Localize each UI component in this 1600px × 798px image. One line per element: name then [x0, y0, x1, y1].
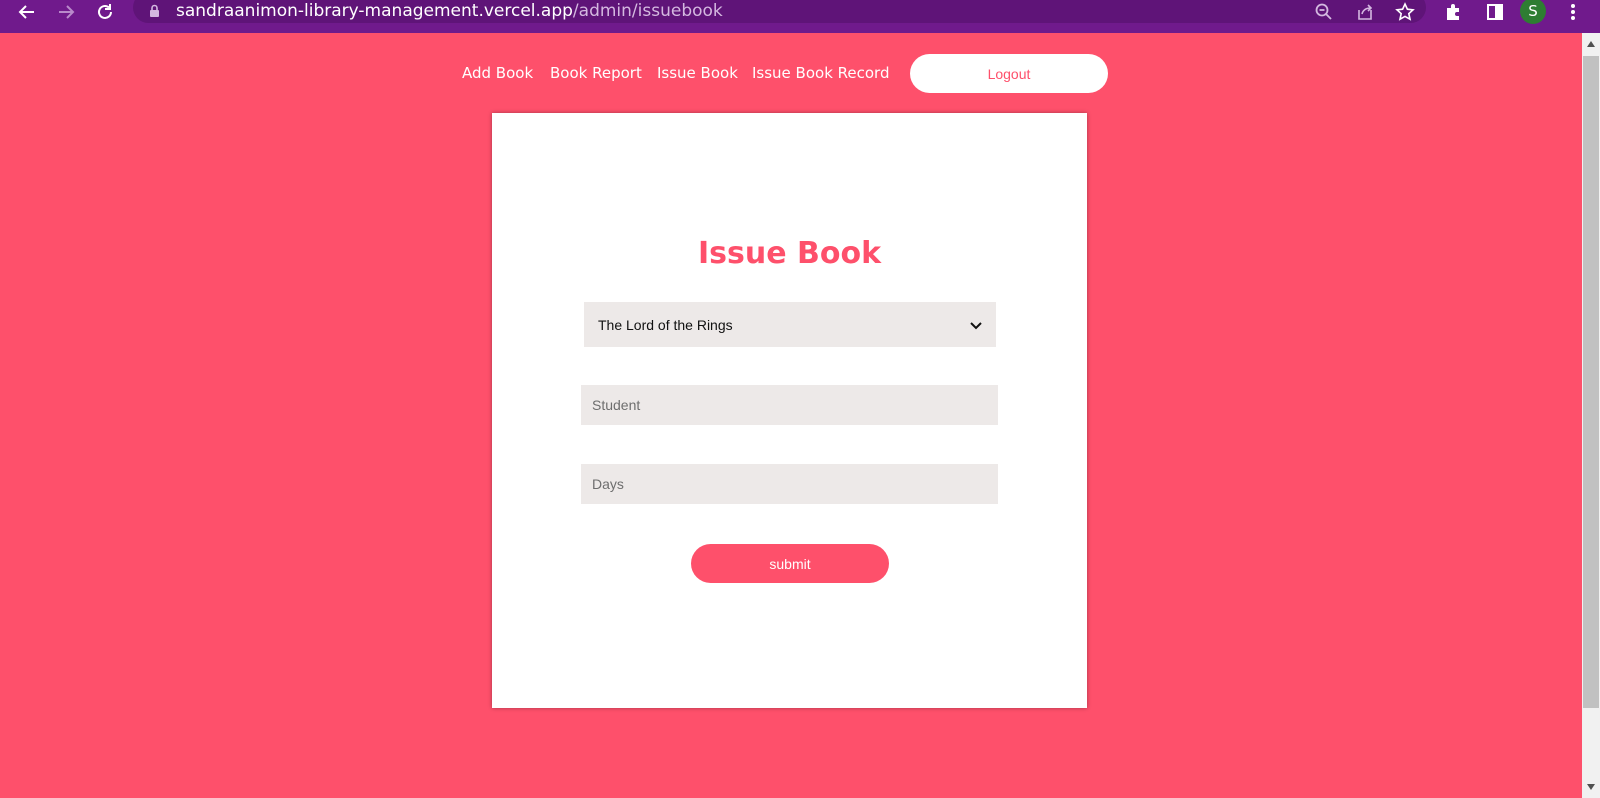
- scroll-up-arrow-icon[interactable]: [1583, 36, 1599, 52]
- chevron-down-icon: [970, 315, 982, 334]
- zoom-icon[interactable]: [1312, 0, 1336, 24]
- url-path: /admin/issuebook: [572, 1, 723, 21]
- logout-button[interactable]: Logout: [910, 54, 1108, 93]
- forward-arrow-icon[interactable]: [54, 0, 78, 24]
- scrollbar-thumb[interactable]: [1583, 56, 1599, 708]
- submit-button[interactable]: submit: [691, 544, 889, 583]
- extensions-icon[interactable]: [1442, 0, 1466, 24]
- lock-icon[interactable]: [149, 3, 160, 22]
- book-select-value: The Lord of the Rings: [598, 316, 733, 333]
- url-text[interactable]: sandraanimon-library-management.vercel.a…: [176, 0, 723, 22]
- nav-link-book-report[interactable]: Book Report: [550, 64, 642, 82]
- nav-link-add-book[interactable]: Add Book: [462, 64, 533, 82]
- top-nav: Add Book Book Report Issue Book Issue Bo…: [0, 54, 1582, 94]
- days-input[interactable]: [581, 464, 998, 504]
- share-icon[interactable]: [1353, 0, 1377, 24]
- browser-toolbar: sandraanimon-library-management.vercel.a…: [0, 0, 1600, 33]
- scroll-down-arrow-icon[interactable]: [1583, 779, 1599, 795]
- page-title: Issue Book: [697, 236, 882, 271]
- nav-link-issue-book[interactable]: Issue Book: [657, 64, 738, 82]
- url-host: sandraanimon-library-management.vercel.a…: [176, 1, 573, 21]
- star-icon[interactable]: [1393, 0, 1417, 24]
- page-viewport: Add Book Book Report Issue Book Issue Bo…: [0, 33, 1582, 798]
- profile-avatar[interactable]: S: [1520, 0, 1546, 24]
- side-panel-icon[interactable]: [1483, 0, 1507, 24]
- book-select[interactable]: The Lord of the Rings: [584, 302, 996, 347]
- more-menu-icon[interactable]: [1561, 0, 1585, 24]
- issue-book-card: Issue Book The Lord of the Rings submit: [492, 113, 1087, 708]
- reload-icon[interactable]: [93, 0, 117, 24]
- student-input[interactable]: [581, 385, 998, 425]
- nav-link-issue-book-record[interactable]: Issue Book Record: [752, 64, 889, 82]
- back-arrow-icon[interactable]: [15, 0, 39, 24]
